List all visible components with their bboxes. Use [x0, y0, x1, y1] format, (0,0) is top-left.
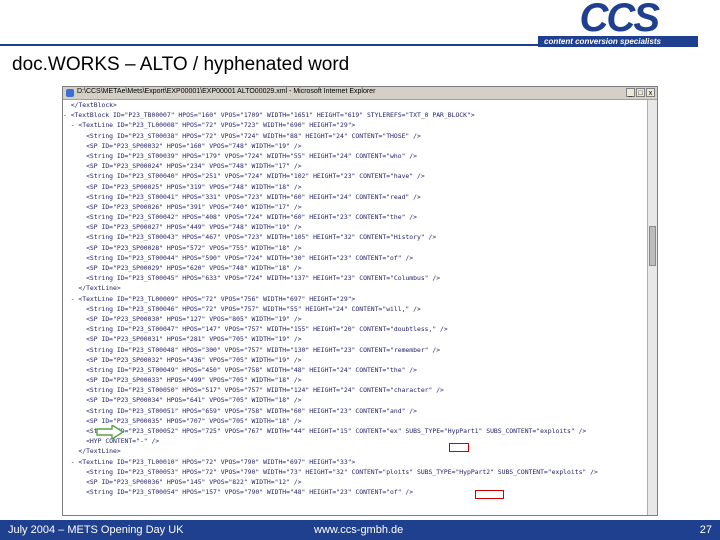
xml-lines: </TextBlock> - <TextBlock ID="P23_TB00007… — [63, 100, 647, 497]
xml-content: </TextBlock> - <TextBlock ID="P23_TB00007… — [63, 100, 647, 515]
minimize-button[interactable]: _ — [626, 88, 635, 97]
xml-line: <String ID="P23_ST00048" HPOS="300" VPOS… — [63, 345, 441, 354]
xml-line: <String ID="P23_ST00040" HPOS="251" VPOS… — [63, 172, 425, 181]
scroll-thumb[interactable] — [649, 226, 656, 266]
highlight-ploits — [475, 490, 504, 499]
window-controls: _ □ x — [626, 88, 655, 97]
xml-line: <String ID="P23_ST00047" HPOS="147" VPOS… — [63, 325, 448, 334]
xml-line: <String ID="P23_ST00039" HPOS="179" VPOS… — [63, 151, 417, 160]
logo-wordmark: CCS — [579, 0, 660, 40]
browser-titlebar[interactable]: D:\CCS\METAe\Mets\Export\EXP00001\EXP000… — [63, 87, 657, 100]
xml-line: <String ID="P23_ST00046" HPOS="72" VPOS=… — [63, 304, 421, 313]
xml-line: <SP ID="P23_SP00029" HPOS="620" VPOS="74… — [63, 264, 302, 272]
xml-line: <String ID="P23_ST00038" HPOS="72" VPOS=… — [63, 131, 421, 140]
xml-line: <SP ID="P23_SP00026" HPOS="391" VPOS="74… — [63, 202, 302, 211]
xml-line: </TextLine> — [63, 284, 121, 293]
xml-line: <SP ID="P23_SP00032" HPOS="160" VPOS="74… — [63, 141, 302, 150]
xml-line: <SP ID="P23_SP00034" HPOS="641" VPOS="70… — [63, 396, 302, 405]
ie-icon — [66, 89, 74, 97]
vertical-scrollbar[interactable] — [647, 100, 657, 515]
xml-line: </TextBlock> — [63, 101, 117, 109]
footer-bar: July 2004 – METS Opening Day UK www.ccs-… — [0, 520, 720, 540]
xml-line: <String ID="P23_ST00043" HPOS="467" VPOS… — [63, 233, 437, 242]
xml-line: <String ID="P23_ST00053" HPOS="72" VPOS=… — [63, 467, 598, 476]
page-number: 27 — [699, 524, 712, 536]
xml-line: <String ID="P23_ST00051" HPOS="659" VPOS… — [63, 406, 417, 415]
xml-line: <HYP CONTENT="-" /> — [63, 437, 160, 446]
xml-line: <String ID="P23_ST00041" HPOS="331" VPOS… — [63, 192, 421, 201]
xml-line: <String ID="P23_ST00050" HPOS="517" VPOS… — [63, 386, 444, 395]
xml-line: </TextLine> — [63, 447, 121, 456]
xml-line: - <TextLine ID="P23_TL00008" HPOS="72" V… — [63, 121, 356, 130]
xml-line: <SP ID="P23_SP00035" HPOS="707" VPOS="70… — [63, 416, 302, 425]
highlight-ex — [449, 443, 469, 452]
maximize-button[interactable]: □ — [636, 88, 645, 97]
close-button[interactable]: x — [646, 88, 655, 97]
ccs-logo: CCS content conversion specialists — [538, 0, 698, 48]
browser-window: D:\CCS\METAe\Mets\Export\EXP00001\EXP000… — [62, 86, 658, 516]
xml-line: <String ID="P23_ST00042" HPOS="408" VPOS… — [63, 213, 417, 222]
xml-line: <SP ID="P23_SP00027" HPOS="449" VPOS="74… — [63, 223, 302, 232]
arrow-icon — [96, 425, 124, 439]
xml-line: <SP ID="P23_SP00028" HPOS="572" VPOS="75… — [63, 243, 302, 252]
xml-line: - <TextBlock ID="P23_TB00007" HPOS="160"… — [63, 111, 475, 120]
xml-line: <SP ID="P23_SP00030" HPOS="127" VPOS="80… — [63, 314, 302, 323]
xml-line: <SP ID="P23_SP00033" HPOS="499" VPOS="70… — [63, 376, 302, 385]
xml-line: <SP ID="P23_SP00036" HPOS="145" VPOS="82… — [63, 477, 302, 486]
xml-line: <SP ID="P23_SP00032" HPOS="436" VPOS="70… — [63, 355, 302, 364]
xml-line: <String ID="P23_ST00045" HPOS="633" VPOS… — [63, 274, 441, 283]
slide-title: doc.WORKS – ALTO / hyphenated word — [12, 54, 350, 75]
xml-line: <String ID="P23_ST00049" HPOS="450" VPOS… — [63, 365, 417, 374]
xml-line: <SP ID="P23_SP00031" HPOS="281" VPOS="70… — [63, 335, 302, 344]
xml-line: <SP ID="P23_SP00024" HPOS="234" VPOS="74… — [63, 162, 302, 171]
xml-line: <String ID="P23_ST00054" HPOS="157" VPOS… — [63, 488, 414, 497]
xml-line: <SP ID="P23_SP00025" HPOS="319" VPOS="74… — [63, 182, 302, 191]
xml-line: <String ID="P23_ST00044" HPOS="590" VPOS… — [63, 253, 414, 262]
xml-line: - <TextLine ID="P23_TL00010" HPOS="72" V… — [63, 457, 356, 466]
xml-line: <String ID="P23_ST00052" HPOS="725" VPOS… — [63, 427, 587, 435]
footer-event: July 2004 – METS Opening Day UK — [8, 524, 184, 536]
logo-tagline: content conversion specialists — [544, 37, 661, 46]
browser-title: D:\CCS\METAe\Mets\Export\EXP00001\EXP000… — [77, 88, 376, 95]
footer-url[interactable]: www.ccs-gmbh.de — [314, 524, 403, 536]
header-rule — [0, 44, 540, 46]
xml-line: - <TextLine ID="P23_TL00009" HPOS="72" V… — [63, 294, 356, 303]
